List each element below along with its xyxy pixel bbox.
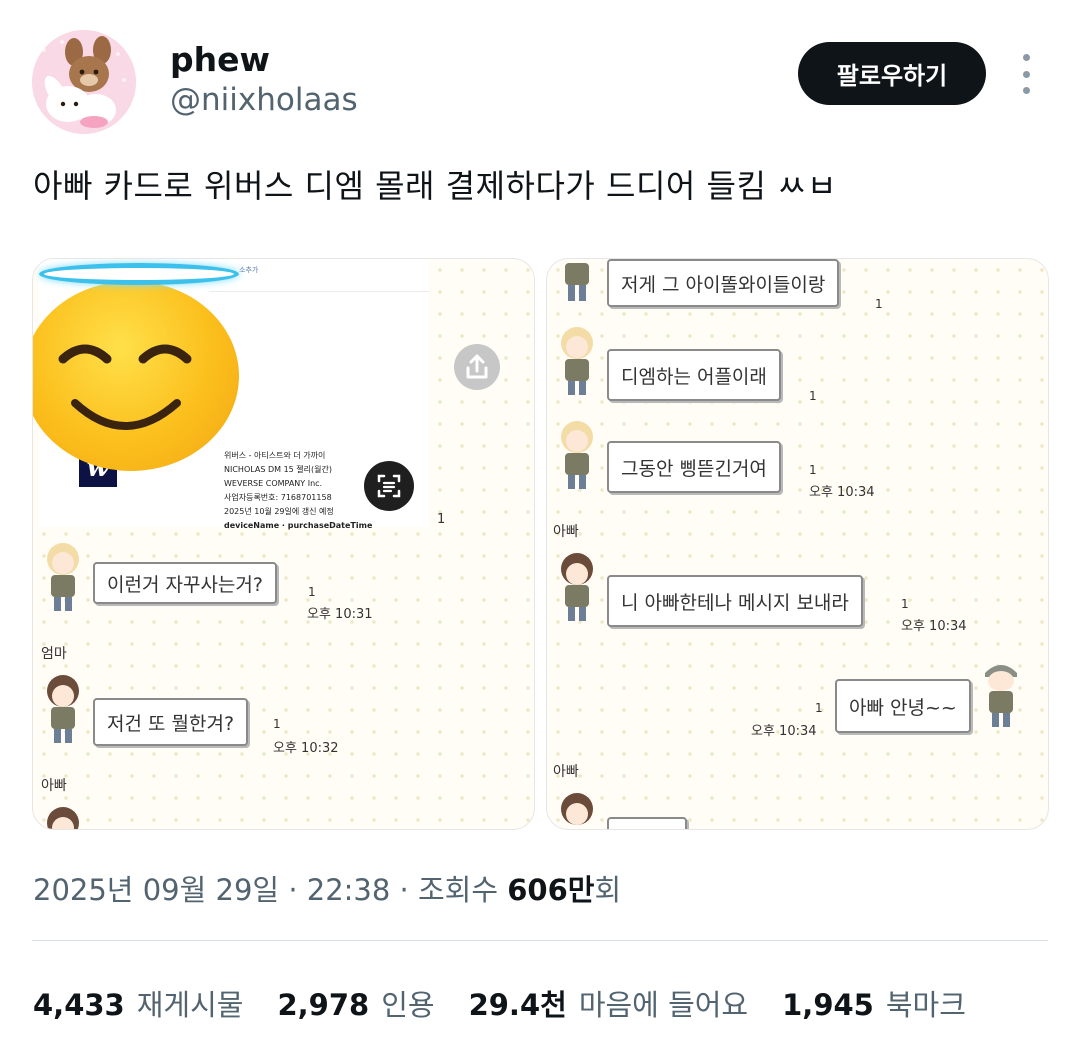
halo-icon xyxy=(39,263,239,285)
read-count: 1 xyxy=(273,717,281,731)
read-count: 1 xyxy=(809,463,817,477)
media-image-right[interactable]: 저게 그 아이똘와이들이랑 1 디엠하는 어플이래 1 그동안 삥뜯긴거여 1 … xyxy=(546,258,1049,830)
reposts-label: 재게시물 xyxy=(136,988,244,1022)
chibi-character-icon xyxy=(41,805,85,829)
bunny-avatar-icon xyxy=(32,30,136,134)
tweet-meta: 2025년 09월 29일 · 22:38 · 조회수 606만회 xyxy=(33,867,621,909)
receipt-line: deviceName · purchaseDateTime xyxy=(224,521,373,530)
likes-label: 마음에 들어요 xyxy=(578,988,749,1022)
more-dots-icon[interactable] xyxy=(1012,54,1040,94)
receipt-line: NICHOLAS DM 15 젤리(월간) xyxy=(224,465,332,474)
chibi-character-icon xyxy=(555,259,599,331)
message-time: 오후 10:34 xyxy=(751,724,817,739)
smiling-halo-emoji-icon xyxy=(33,281,239,471)
chibi-character-icon xyxy=(555,325,599,401)
receipt-line: 위버스 - 아티스트와 더 가까이 xyxy=(224,451,326,460)
receipt-line: 사업자등록번호: 7168701158 xyxy=(224,493,332,502)
read-count: 1 xyxy=(437,512,446,527)
chat-bubble: 그동안 삥뜯긴거여 xyxy=(607,441,781,493)
tweet-text: 아빠 카드로 위버스 디엠 몰래 결제하다가 드디어 들킴 ㅆㅂ xyxy=(33,167,837,205)
divider xyxy=(209,291,429,292)
likes-stat[interactable]: 29.4천 마음에 들어요 xyxy=(469,982,749,1024)
receipt-line: WEVERSE COMPANY Inc. xyxy=(224,479,323,488)
avatar[interactable] xyxy=(32,30,136,134)
receipt-details: 위버스 - 아티스트와 더 가까이 NICHOLAS DM 15 젤리(월간) … xyxy=(224,449,372,533)
tweet-date[interactable]: 2025년 09월 29일 xyxy=(33,873,279,907)
chibi-character-icon xyxy=(555,419,599,495)
chibi-character-icon xyxy=(555,551,599,627)
chat-bubble xyxy=(607,817,687,829)
sender-name: 아빠 xyxy=(41,778,67,794)
follow-button[interactable]: 팔로우하기 xyxy=(798,42,986,105)
read-count: 1 xyxy=(308,585,316,599)
sender-name: 엄마 xyxy=(41,646,67,662)
divider xyxy=(32,940,1048,941)
sender-name: 아빠 xyxy=(553,764,579,780)
text-scan-icon[interactable] xyxy=(364,461,414,511)
chibi-character-icon xyxy=(41,673,85,749)
quotes-count: 2,978 xyxy=(277,988,370,1022)
separator: · xyxy=(288,873,298,907)
chat-bubble-own: 아빠 안녕~~ xyxy=(835,679,971,733)
read-count: 1 xyxy=(875,297,883,311)
views-label: 조회수 xyxy=(417,873,499,907)
reposts-count: 4,433 xyxy=(33,988,125,1022)
message-time: 오후 10:34 xyxy=(901,619,967,634)
sender-name: 아빠 xyxy=(553,524,579,540)
chat-bubble: 저게 그 아이똘와이들이랑 xyxy=(607,259,840,307)
chat-bubble: 저건 또 뭘한겨? xyxy=(93,698,249,746)
user-handle[interactable]: @niixholaas xyxy=(170,82,358,118)
views-suffix: 회 xyxy=(594,873,622,907)
quotes-label: 인용 xyxy=(381,988,435,1022)
share-icon[interactable] xyxy=(454,344,500,390)
reposts-stat[interactable]: 4,433 재게시물 xyxy=(33,982,243,1024)
chat-bubble: 이런거 자꾸사는거? xyxy=(93,562,277,604)
engagement-stats: 4,433 재게시물 2,978 인용 29.4천 마음에 들어요 1,945 … xyxy=(33,982,1000,1024)
read-count: 1 xyxy=(809,389,817,403)
quotes-stat[interactable]: 2,978 인용 xyxy=(277,982,434,1024)
receipt-top-text: 소추가 xyxy=(239,266,259,274)
message-time: 오후 10:31 xyxy=(307,607,373,622)
tweet-time[interactable]: 22:38 xyxy=(307,873,391,907)
likes-count: 29.4천 xyxy=(468,988,567,1022)
chibi-character-icon xyxy=(555,791,599,829)
message-time: 오후 10:32 xyxy=(273,741,339,756)
bookmarks-count: 1,945 xyxy=(782,988,874,1022)
bookmarks-label: 북마크 xyxy=(885,988,966,1022)
separator: · xyxy=(399,873,409,907)
chibi-character-icon xyxy=(41,541,85,617)
chat-bubble: 니 아빠한테나 메시지 보내라 xyxy=(607,575,863,627)
bookmarks-stat[interactable]: 1,945 북마크 xyxy=(782,982,966,1024)
display-name[interactable]: phew xyxy=(170,40,270,79)
views-count: 606만 xyxy=(507,873,595,907)
chibi-character-icon xyxy=(979,657,1023,733)
chat-bubble: 디엠하는 어플이래 xyxy=(607,349,781,401)
message-time: 오후 10:34 xyxy=(809,485,875,500)
media-image-left[interactable]: 소추가 w 위버스 - 아티스트와 더 가까이 NICHOLAS DM 15 젤… xyxy=(32,258,535,830)
read-count: 1 xyxy=(815,701,823,715)
read-count: 1 xyxy=(901,597,909,611)
receipt-line: 2025년 10월 29일에 갱신 예정 xyxy=(224,507,334,516)
